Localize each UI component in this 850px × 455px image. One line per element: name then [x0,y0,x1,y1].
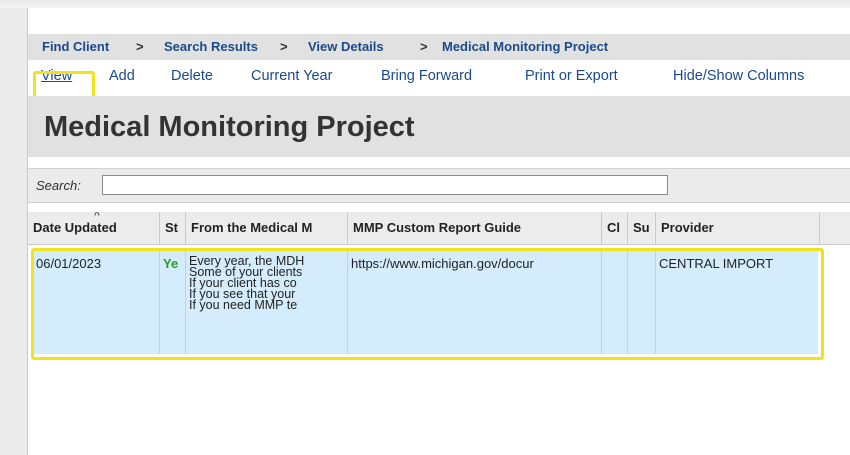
breadcrumb-item-medical-monitoring-project[interactable]: Medical Monitoring Project [442,39,608,54]
breadcrumb: Find Client > Search Results > View Deta… [28,34,850,60]
column-header-cl[interactable]: Cl [602,212,628,244]
search-label: Search: [36,178,81,193]
column-header-su[interactable]: Su [628,212,656,244]
add-button[interactable]: Add [109,68,135,84]
hide-show-columns-button[interactable]: Hide/Show Columns [673,68,804,84]
current-year-button[interactable]: Current Year [251,68,332,84]
delete-button[interactable]: Delete [171,68,213,84]
column-header-label: Su [633,220,650,235]
search-input[interactable] [102,175,668,195]
sort-caret-icon: ^ [94,212,100,221]
column-header-label: Provider [661,220,714,235]
breadcrumb-separator: > [420,39,428,54]
column-header-label: Date Updated [33,220,117,235]
breadcrumb-item-search-results[interactable]: Search Results [164,39,258,54]
window-top-edge [0,0,850,8]
column-header-from-medical[interactable]: From the Medical M [186,212,348,244]
column-header-mmp-custom-report-guide[interactable]: MMP Custom Report Guide [348,212,602,244]
page-title: Medical Monitoring Project [44,111,415,143]
search-bar: Search: [28,168,850,203]
column-header-label: Cl [607,220,620,235]
column-header-extra [820,212,850,244]
breadcrumb-separator: > [136,39,144,54]
row-highlight-box [31,248,824,360]
table-header: ^ Date Updated St From the Medical M MMP… [28,212,850,245]
column-header-label: St [165,220,178,235]
column-header-provider[interactable]: Provider [656,212,820,244]
left-frame-panel [0,8,28,455]
column-header-label: From the Medical M [191,220,313,235]
print-export-button[interactable]: Print or Export [525,68,618,84]
column-header-date-updated[interactable]: ^ Date Updated [28,212,160,244]
bring-forward-button[interactable]: Bring Forward [381,68,472,84]
breadcrumb-item-view-details[interactable]: View Details [308,39,384,54]
breadcrumb-separator: > [280,39,288,54]
action-menu-bar: View Add Delete Current Year Bring Forwa… [28,60,850,93]
column-header-label: MMP Custom Report Guide [353,220,522,235]
main-content: Find Client > Search Results > View Deta… [28,8,850,455]
page-header: Medical Monitoring Project [28,96,850,157]
column-header-status[interactable]: St [160,212,186,244]
breadcrumb-item-find-client[interactable]: Find Client [42,39,109,54]
